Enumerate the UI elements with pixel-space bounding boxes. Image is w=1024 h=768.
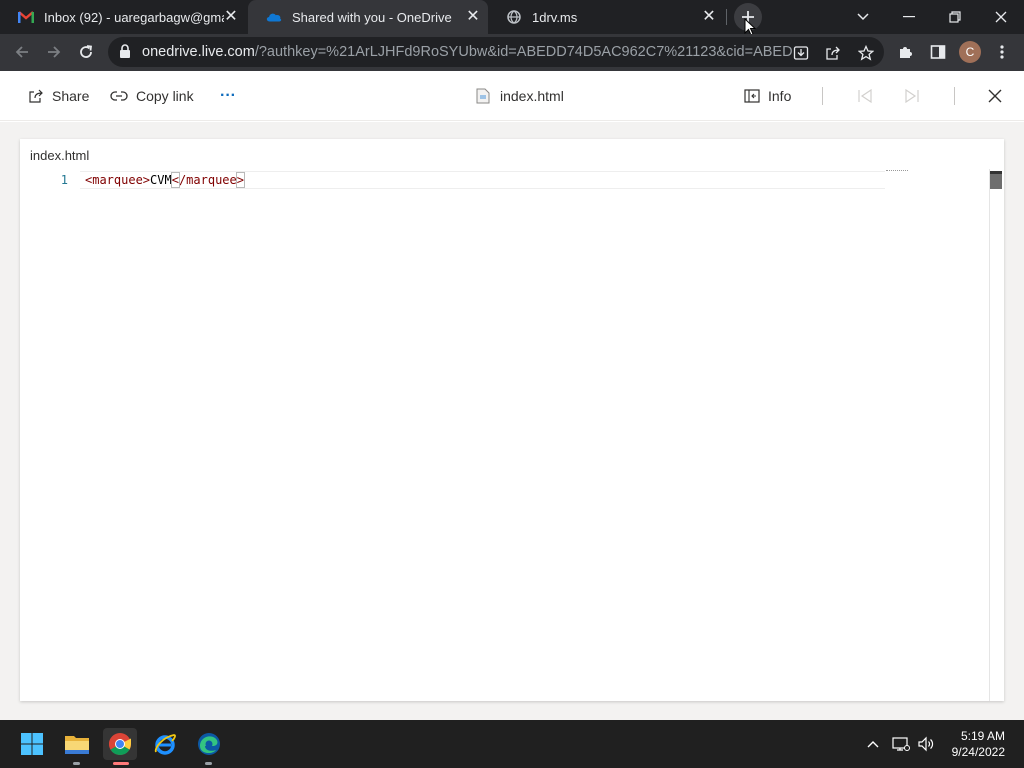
file-explorer-icon[interactable] bbox=[61, 728, 93, 760]
share-button[interactable]: Share bbox=[28, 85, 89, 107]
edge-icon[interactable] bbox=[193, 728, 225, 760]
globe-icon bbox=[506, 9, 522, 25]
puzzle-icon bbox=[900, 47, 912, 58]
address-bar[interactable]: onedrive.live.com/?authkey=%21ArLJHFd9Ro… bbox=[108, 37, 884, 67]
file-icon bbox=[476, 88, 490, 104]
taskbar: 5:19 AM 9/24/2022 bbox=[0, 720, 1024, 768]
copy-link-button[interactable]: Copy link bbox=[110, 85, 194, 107]
code-close-gt: > bbox=[235, 172, 246, 188]
arrow-right-icon bbox=[48, 46, 61, 58]
close-tab-icon[interactable]: ✕ bbox=[464, 8, 482, 26]
divider bbox=[822, 87, 823, 105]
url-path: /?authkey=%21ArLJHFd9RoSYUbw&id=ABEDD74D… bbox=[254, 44, 792, 60]
copy-link-label: Copy link bbox=[136, 88, 194, 104]
clock-time: 5:19 AM bbox=[960, 729, 1005, 743]
code-open-tag: <marquee> bbox=[85, 173, 151, 187]
previous-file-button[interactable] bbox=[857, 85, 873, 107]
code-close-tag: /marquee bbox=[178, 173, 237, 187]
code-viewer-card: index.html 1 <marquee>CVM</marquee> bbox=[20, 139, 1004, 701]
tab-gmail-inbox[interactable]: Inbox (92) - uaregarbagw@gmail ✕ bbox=[0, 0, 246, 34]
info-button[interactable]: Info bbox=[744, 85, 791, 107]
lock-icon bbox=[119, 44, 131, 62]
tab-onedrive-shared[interactable]: Shared with you - OneDrive ✕ bbox=[248, 0, 488, 34]
more-vertical-icon bbox=[1000, 45, 1004, 59]
bookmark-button[interactable] bbox=[856, 43, 876, 63]
skip-previous-icon bbox=[858, 89, 872, 103]
back-button[interactable] bbox=[8, 38, 36, 66]
system-clock[interactable]: 5:19 AM 9/24/2022 bbox=[952, 728, 1005, 760]
tab-1drv[interactable]: 1drv.ms ✕ bbox=[488, 0, 724, 34]
chevron-up-icon bbox=[867, 741, 879, 748]
tab-separator bbox=[726, 9, 727, 25]
show-hidden-icons-button[interactable] bbox=[863, 734, 883, 754]
tab-title: Shared with you - OneDrive bbox=[292, 9, 452, 25]
star-icon bbox=[858, 45, 874, 61]
app-active-indicator bbox=[113, 762, 129, 765]
close-icon bbox=[988, 89, 1002, 103]
line-number: 1 bbox=[60, 173, 68, 187]
chrome-icon[interactable] bbox=[103, 728, 137, 760]
url-host: onedrive.live.com bbox=[142, 44, 255, 60]
link-icon bbox=[110, 91, 128, 101]
info-panel-icon bbox=[744, 89, 760, 103]
restore-icon bbox=[949, 11, 961, 23]
network-icon[interactable] bbox=[891, 734, 911, 754]
windows-start-icon[interactable] bbox=[16, 728, 48, 760]
minimize-icon bbox=[903, 16, 915, 18]
tab-search-button[interactable] bbox=[840, 0, 886, 34]
download-icon bbox=[793, 46, 809, 60]
code-line[interactable]: <marquee>CVM</marquee> bbox=[85, 172, 246, 188]
restore-button[interactable] bbox=[932, 0, 978, 34]
minimap-marker bbox=[886, 170, 908, 172]
tab-title: Inbox (92) - uaregarbagw@gmail bbox=[44, 9, 224, 25]
internet-explorer-icon[interactable] bbox=[149, 728, 181, 760]
browser-tab-strip: Inbox (92) - uaregarbagw@gmail ✕ Shared … bbox=[0, 0, 1024, 36]
tab-title: 1drv.ms bbox=[532, 9, 578, 25]
reload-button[interactable] bbox=[72, 38, 100, 66]
onedrive-icon bbox=[266, 9, 282, 25]
share-page-button[interactable] bbox=[823, 43, 843, 63]
scrollbar-thumb-top bbox=[990, 171, 1002, 174]
browser-toolbar: onedrive.live.com/?authkey=%21ArLJHFd9Ro… bbox=[0, 34, 1024, 71]
clock-date: 9/24/2022 bbox=[951, 745, 1005, 759]
profile-avatar[interactable]: C bbox=[959, 41, 981, 63]
divider bbox=[954, 87, 955, 105]
side-panel-button[interactable] bbox=[925, 39, 951, 65]
document-title: index.html bbox=[30, 148, 90, 163]
code-close-lt: < bbox=[170, 172, 180, 188]
minimize-button[interactable] bbox=[886, 0, 932, 34]
gmail-icon bbox=[18, 9, 34, 25]
forward-button[interactable] bbox=[40, 38, 68, 66]
arrow-left-icon bbox=[15, 46, 28, 58]
next-file-button[interactable] bbox=[904, 85, 920, 107]
file-name-display: index.html bbox=[476, 85, 564, 107]
more-icon: ··· bbox=[220, 87, 236, 104]
share-icon bbox=[826, 46, 840, 60]
side-panel-icon bbox=[930, 45, 946, 59]
install-app-button[interactable] bbox=[791, 43, 811, 63]
share-icon bbox=[29, 89, 43, 103]
vertical-scrollbar[interactable] bbox=[989, 169, 1003, 701]
reload-icon bbox=[80, 45, 93, 58]
close-window-button[interactable] bbox=[978, 0, 1024, 34]
url-text: onedrive.live.com/?authkey=%21ArLJHFd9Ro… bbox=[142, 44, 792, 60]
close-viewer-button[interactable] bbox=[988, 85, 1002, 107]
code-text: CVM bbox=[150, 173, 172, 187]
close-icon bbox=[995, 11, 1007, 23]
extensions-button[interactable] bbox=[893, 39, 919, 65]
volume-icon[interactable] bbox=[916, 734, 936, 754]
chevron-down-icon bbox=[857, 13, 869, 21]
chrome-menu-button[interactable] bbox=[989, 39, 1015, 65]
app-running-indicator bbox=[205, 762, 212, 765]
share-label: Share bbox=[52, 88, 90, 104]
app-running-indicator bbox=[73, 762, 80, 765]
close-tab-icon[interactable]: ✕ bbox=[700, 8, 718, 26]
file-name: index.html bbox=[500, 88, 564, 104]
viewer-command-bar: Share Copy link ··· index.html Info bbox=[0, 71, 1024, 121]
more-actions-button[interactable]: ··· bbox=[220, 85, 236, 107]
info-label: Info bbox=[768, 88, 792, 104]
skip-next-icon bbox=[905, 89, 919, 103]
close-tab-icon[interactable]: ✕ bbox=[222, 8, 240, 26]
